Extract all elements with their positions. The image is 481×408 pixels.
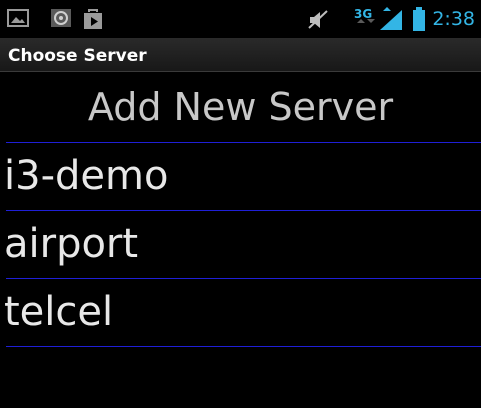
add-new-server-label: Add New Server — [87, 85, 394, 129]
status-bar: 3G 2:38 — [0, 0, 481, 38]
divider — [6, 346, 481, 347]
clock-time: 2:38 — [432, 8, 475, 30]
add-new-server-button[interactable]: Add New Server — [0, 73, 481, 142]
server-name: airport — [4, 221, 139, 267]
image-icon — [7, 8, 29, 32]
screen: 3G 2:38 Choose Server Add New Server i3-… — [0, 0, 481, 408]
3g-icon: 3G — [353, 6, 379, 36]
play-store-icon — [82, 8, 104, 34]
title-bar: Choose Server — [0, 38, 481, 72]
signal-icon — [378, 6, 404, 36]
server-list-item[interactable]: i3-demo — [0, 143, 481, 210]
battery-icon — [412, 6, 426, 36]
server-list-item[interactable]: telcel — [0, 279, 481, 346]
network-type-text: 3G — [354, 7, 372, 21]
server-name: telcel — [4, 289, 114, 335]
server-name: i3-demo — [4, 153, 169, 199]
server-list-item[interactable]: airport — [0, 211, 481, 278]
at-sign-icon — [50, 8, 72, 32]
page-title: Choose Server — [8, 46, 147, 66]
mute-icon — [307, 10, 331, 34]
